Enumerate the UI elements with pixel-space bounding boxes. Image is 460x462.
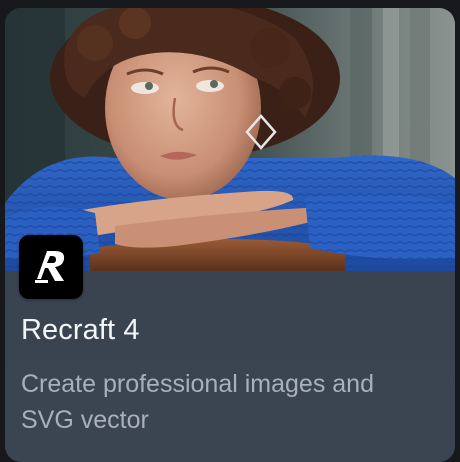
card-title: Recraft 4 bbox=[21, 314, 140, 346]
model-card[interactable]: Recraft 4 Create professional images and… bbox=[5, 8, 455, 462]
hero-image bbox=[5, 8, 455, 271]
brand-logo-tile bbox=[19, 235, 83, 299]
recraft-logo-icon bbox=[35, 251, 65, 283]
card-description: Create professional images and SVG vecto… bbox=[21, 370, 374, 434]
